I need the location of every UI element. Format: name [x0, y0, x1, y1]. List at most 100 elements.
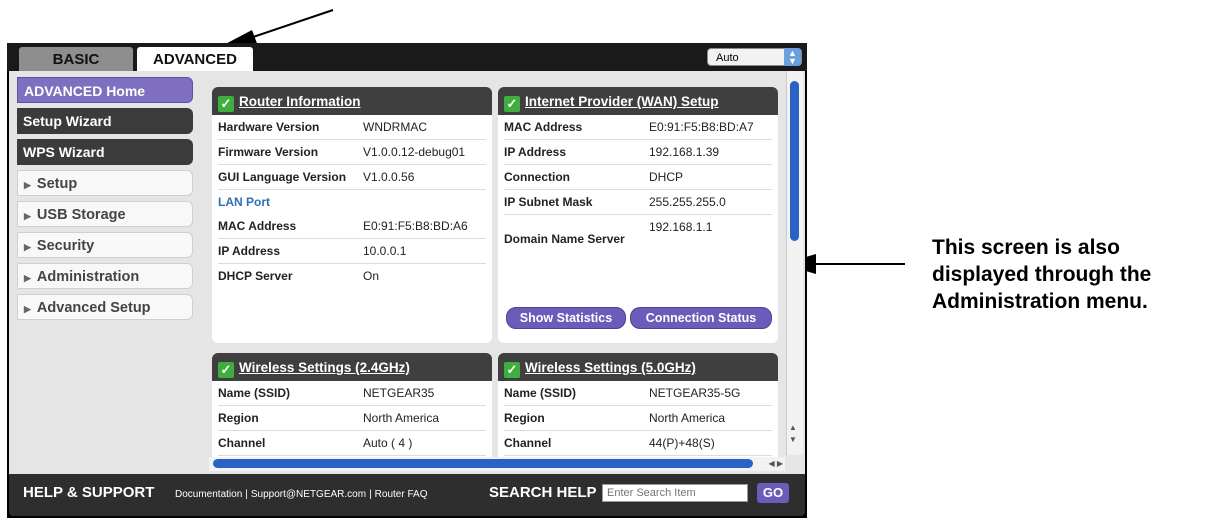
check-icon: ✓ — [218, 362, 234, 378]
sidebar-item-label: Advanced Setup — [36, 300, 151, 316]
info-row: IP Address 192.168.1.39 — [504, 140, 772, 165]
wireless-24-link[interactable]: Wireless Settings (2.4GHz) — [239, 360, 410, 375]
router-information-panel: ✓ Router Information Hardware Version WNDR… — [212, 87, 492, 343]
help-support-footer: HELP & SUPPORT Documentation | Support@NET… — [9, 474, 805, 516]
row-value: 10.0.0.1 — [363, 244, 407, 258]
horizontal-scroll-arrows: ◀ ▶ — [768, 457, 783, 471]
check-icon: ✓ — [504, 96, 520, 112]
row-label: MAC Address — [504, 120, 583, 134]
sidebar-item-label: Setup — [36, 176, 78, 192]
help-links: Documentation | Support@NETGEAR.com | Router… — [175, 489, 427, 500]
row-value: NETGEAR35 — [363, 386, 435, 400]
router-faq-link[interactable]: Router FAQ — [375, 489, 428, 500]
help-support-title: HELP & SUPPORT — [23, 484, 155, 501]
panel-header: ✓ Internet Provider (WAN) Setup — [498, 87, 778, 115]
horizontal-scrollbar[interactable]: ◀ ▶ — [209, 457, 785, 471]
info-row: IP Address 10.0.0.1 — [218, 239, 486, 264]
documentation-link[interactable]: Documentation — [175, 489, 242, 500]
search-help-title: SEARCH HELP — [489, 484, 597, 501]
sidebar-item-label: USB Storage — [36, 207, 126, 223]
mode-select[interactable]: Auto ▲ ▼ — [707, 48, 802, 66]
triangle-right-icon: ▶ — [24, 180, 31, 190]
top-tab-bar: BASIC ADVANCED Auto ▲ ▼ — [7, 43, 807, 72]
sidebar-item-label: Security — [36, 238, 95, 254]
sidebar-item-setup[interactable]: ▶ Setup — [17, 170, 193, 196]
arrow-down-icon[interactable]: ▼ — [789, 435, 797, 444]
horizontal-scroll-thumb[interactable] — [213, 459, 753, 468]
wireless-50-panel: ✓ Wireless Settings (5.0GHz) Name (SSID) N… — [498, 353, 778, 463]
info-row: Channel Auto ( 4 ) — [218, 431, 486, 456]
row-label: Hardware Version — [218, 120, 320, 134]
check-icon: ✓ — [218, 96, 234, 112]
info-row: MAC Address E0:91:F5:B8:BD:A6 — [218, 214, 486, 239]
sidebar-item-administration[interactable]: ▶ Administration — [17, 263, 193, 289]
sidebar-item-advanced-home[interactable]: ADVANCED Home — [17, 77, 193, 103]
row-value: North America — [649, 411, 726, 425]
row-value: DHCP — [649, 170, 684, 184]
info-row: Name (SSID) NETGEAR35-5G — [504, 381, 772, 406]
triangle-right-icon: ▶ — [24, 273, 31, 283]
info-row: Connection DHCP — [504, 165, 772, 190]
row-value: Auto ( 4 ) — [363, 436, 413, 450]
row-label: GUI Language Version — [218, 170, 347, 184]
row-value: 44(P)+48(S) — [649, 436, 715, 450]
row-label: Channel — [218, 436, 266, 450]
check-icon: ✓ — [504, 362, 520, 378]
triangle-right-icon: ▶ — [24, 304, 31, 314]
mode-select-value: Auto — [716, 52, 739, 64]
search-input[interactable] — [602, 484, 748, 502]
arrow-to-advanced-tab — [249, 9, 334, 39]
sidebar-item-usb-storage[interactable]: ▶ USB Storage — [17, 201, 193, 227]
panel-header: ✓ Router Information — [212, 87, 492, 115]
row-label: Region — [504, 411, 545, 425]
info-row: MAC Address E0:91:F5:B8:BD:A7 — [504, 115, 772, 140]
wan-setup-link[interactable]: Internet Provider (WAN) Setup — [525, 94, 719, 109]
router-information-link[interactable]: Router Information — [239, 94, 361, 109]
row-value: V1.0.0.56 — [363, 170, 415, 184]
row-label: IP Address — [504, 145, 567, 159]
sidebar-item-wps-wizard[interactable]: WPS Wizard — [17, 139, 193, 165]
info-row: IP Subnet Mask 255.255.255.0 — [504, 190, 772, 215]
vertical-scroll-thumb[interactable] — [790, 81, 799, 241]
row-label: IP Address — [218, 244, 281, 258]
arrow-left-icon[interactable]: ◀ — [768, 459, 774, 468]
router-ui-window: BASIC ADVANCED Auto ▲ ▼ ADVANCED Home Set… — [7, 43, 807, 518]
row-value: North America — [363, 411, 440, 425]
arrow-up-icon[interactable]: ▲ — [789, 423, 797, 432]
wan-setup-panel: ✓ Internet Provider (WAN) Setup MAC Addre… — [498, 87, 778, 343]
vertical-scrollbar[interactable]: ▲ ▼ — [786, 71, 803, 455]
row-value: V1.0.0.12-debug01 — [363, 145, 466, 159]
lan-port-heading: LAN Port — [218, 195, 270, 209]
main-content: ADVANCED Home Setup Wizard WPS Wizard ▶ S… — [9, 71, 805, 474]
row-value: 192.168.1.1 — [649, 220, 713, 234]
row-value: On — [363, 269, 380, 283]
triangle-right-icon: ▶ — [24, 242, 31, 252]
sidebar-item-security[interactable]: ▶ Security — [17, 232, 193, 258]
info-row: Channel 44(P)+48(S) — [504, 431, 772, 456]
wireless-50-link[interactable]: Wireless Settings (5.0GHz) — [525, 360, 696, 375]
tab-basic[interactable]: BASIC — [19, 47, 133, 71]
tab-advanced[interactable]: ADVANCED — [137, 47, 253, 72]
row-value: NETGEAR35-5G — [649, 386, 741, 400]
row-label: Name (SSID) — [504, 386, 577, 400]
connection-status-button[interactable]: Connection Status — [630, 307, 772, 329]
sidebar-item-setup-wizard[interactable]: Setup Wizard — [17, 108, 193, 134]
row-label: Channel — [504, 436, 552, 450]
info-row: Domain Name Server 192.168.1.1 — [504, 215, 772, 263]
info-row: Name (SSID) NETGEAR35 — [218, 381, 486, 406]
info-row: Firmware Version V1.0.0.12-debug01 — [218, 140, 486, 165]
select-stepper-icon: ▲ ▼ — [784, 48, 801, 66]
row-label: DHCP Server — [218, 269, 293, 283]
info-row: Hardware Version WNDRMAC — [218, 115, 486, 140]
row-label: IP Subnet Mask — [504, 195, 593, 209]
row-label: Firmware Version — [218, 145, 319, 159]
sidebar-item-advanced-setup[interactable]: ▶ Advanced Setup — [17, 294, 193, 320]
show-statistics-button[interactable]: Show Statistics — [506, 307, 626, 329]
go-button[interactable]: GO — [757, 483, 789, 503]
arrow-right-icon[interactable]: ▶ — [777, 459, 783, 468]
info-row: DHCP Server On — [218, 264, 486, 288]
info-row: Region North America — [218, 406, 486, 431]
row-value: E0:91:F5:B8:BD:A6 — [363, 219, 468, 233]
support-email-link[interactable]: Support@NETGEAR.com — [251, 489, 366, 500]
link-separator: | — [245, 489, 248, 500]
